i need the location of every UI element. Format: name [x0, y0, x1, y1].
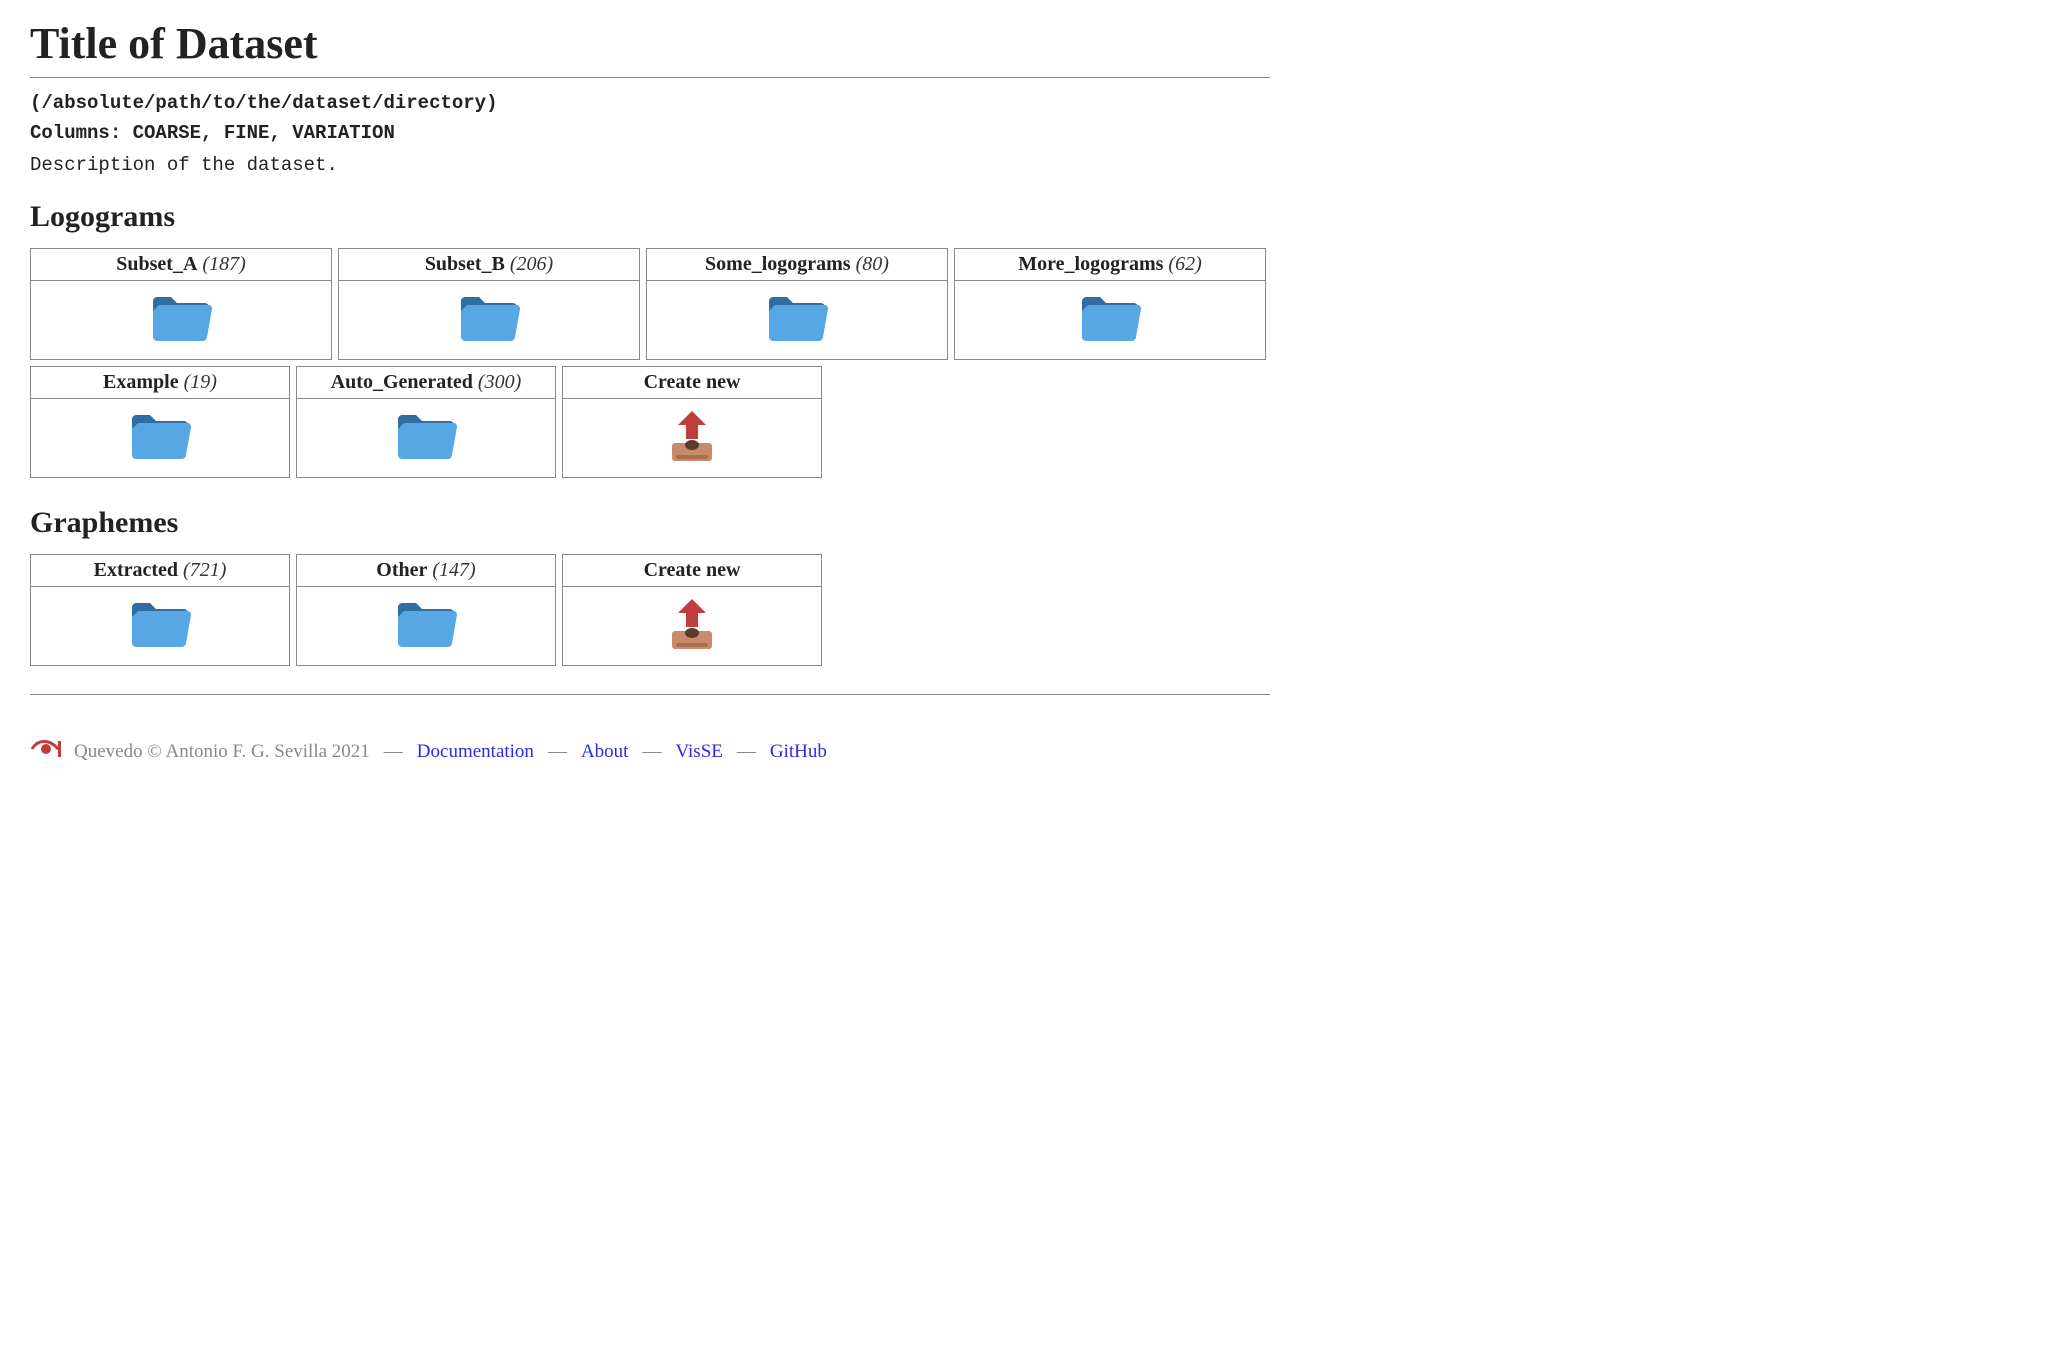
card-header: More_logograms (62): [955, 249, 1265, 281]
subset-card[interactable]: Extracted (721): [30, 554, 290, 666]
card-count: (147): [432, 559, 475, 581]
folder-icon: [394, 593, 458, 658]
card-header: Auto_Generated (300): [297, 367, 555, 399]
logograms-grid: Subset_A (187) Subset_B (206) So: [30, 248, 1270, 478]
card-name: Some_logograms: [705, 253, 851, 275]
folder-icon: [128, 405, 192, 470]
dataset-columns: Columns: COARSE, FINE, VARIATION: [30, 122, 1270, 144]
create-new-card[interactable]: Create new: [562, 554, 822, 666]
footer-link-about[interactable]: About: [581, 741, 629, 763]
card-body: [31, 587, 289, 665]
dataset-path: (/absolute/path/to/the/dataset/directory…: [30, 92, 1270, 114]
card-header: Subset_B (206): [339, 249, 639, 281]
footer-link-github[interactable]: GitHub: [770, 741, 827, 763]
folder-icon: [394, 405, 458, 470]
upload-icon: [660, 405, 724, 470]
card-count: (721): [183, 559, 226, 581]
card-body: [563, 399, 821, 477]
dataset-description: Description of the dataset.: [30, 154, 1270, 176]
footer-copyright: Quevedo © Antonio F. G. Sevilla 2021: [74, 741, 370, 763]
card-body: [563, 587, 821, 665]
card-body: [31, 399, 289, 477]
subset-card[interactable]: Example (19): [30, 366, 290, 478]
card-body: [31, 281, 331, 359]
graphemes-grid: Extracted (721) Other (147) Crea: [30, 554, 1270, 666]
card-count: (187): [202, 253, 245, 275]
card-body: [955, 281, 1265, 359]
upload-icon: [660, 593, 724, 658]
logo-icon: [30, 737, 64, 767]
card-header: Create new: [563, 367, 821, 399]
folder-icon: [765, 287, 829, 352]
card-name: Other: [376, 559, 427, 581]
card-count: (300): [478, 371, 521, 393]
page-title: Title of Dataset: [30, 18, 1270, 69]
subset-card[interactable]: More_logograms (62): [954, 248, 1266, 360]
card-header: Example (19): [31, 367, 289, 399]
footer-link-visse[interactable]: VisSE: [675, 741, 722, 763]
folder-icon: [457, 287, 521, 352]
card-name: Extracted: [94, 559, 178, 581]
footer-divider: [30, 694, 1270, 695]
folder-icon: [128, 593, 192, 658]
card-name: Auto_Generated: [331, 371, 473, 393]
card-count: (206): [510, 253, 553, 275]
separator: —: [737, 741, 756, 763]
create-new-label: Create new: [644, 559, 741, 581]
footer-link-documentation[interactable]: Documentation: [417, 741, 534, 763]
card-header: Subset_A (187): [31, 249, 331, 281]
folder-icon: [1078, 287, 1142, 352]
subset-card[interactable]: Subset_A (187): [30, 248, 332, 360]
card-name: More_logograms: [1018, 253, 1163, 275]
card-body: [297, 399, 555, 477]
card-name: Subset_A: [116, 253, 197, 275]
card-header: Some_logograms (80): [647, 249, 947, 281]
card-header: Other (147): [297, 555, 555, 587]
create-new-label: Create new: [644, 371, 741, 393]
folder-icon: [149, 287, 213, 352]
subset-card[interactable]: Subset_B (206): [338, 248, 640, 360]
divider: [30, 77, 1270, 78]
footer: Quevedo © Antonio F. G. Sevilla 2021 — D…: [30, 725, 1270, 767]
card-body: [647, 281, 947, 359]
section-heading-graphemes: Graphemes: [30, 506, 1270, 540]
subset-card[interactable]: Some_logograms (80): [646, 248, 948, 360]
separator: —: [642, 741, 661, 763]
card-header: Create new: [563, 555, 821, 587]
subset-card[interactable]: Other (147): [296, 554, 556, 666]
card-name: Subset_B: [425, 253, 505, 275]
create-new-card[interactable]: Create new: [562, 366, 822, 478]
card-count: (19): [184, 371, 217, 393]
card-name: Example: [103, 371, 179, 393]
subset-card[interactable]: Auto_Generated (300): [296, 366, 556, 478]
section-heading-logograms: Logograms: [30, 200, 1270, 234]
separator: —: [548, 741, 567, 763]
separator: —: [384, 741, 403, 763]
card-body: [297, 587, 555, 665]
card-count: (62): [1168, 253, 1201, 275]
card-body: [339, 281, 639, 359]
card-header: Extracted (721): [31, 555, 289, 587]
card-count: (80): [856, 253, 889, 275]
